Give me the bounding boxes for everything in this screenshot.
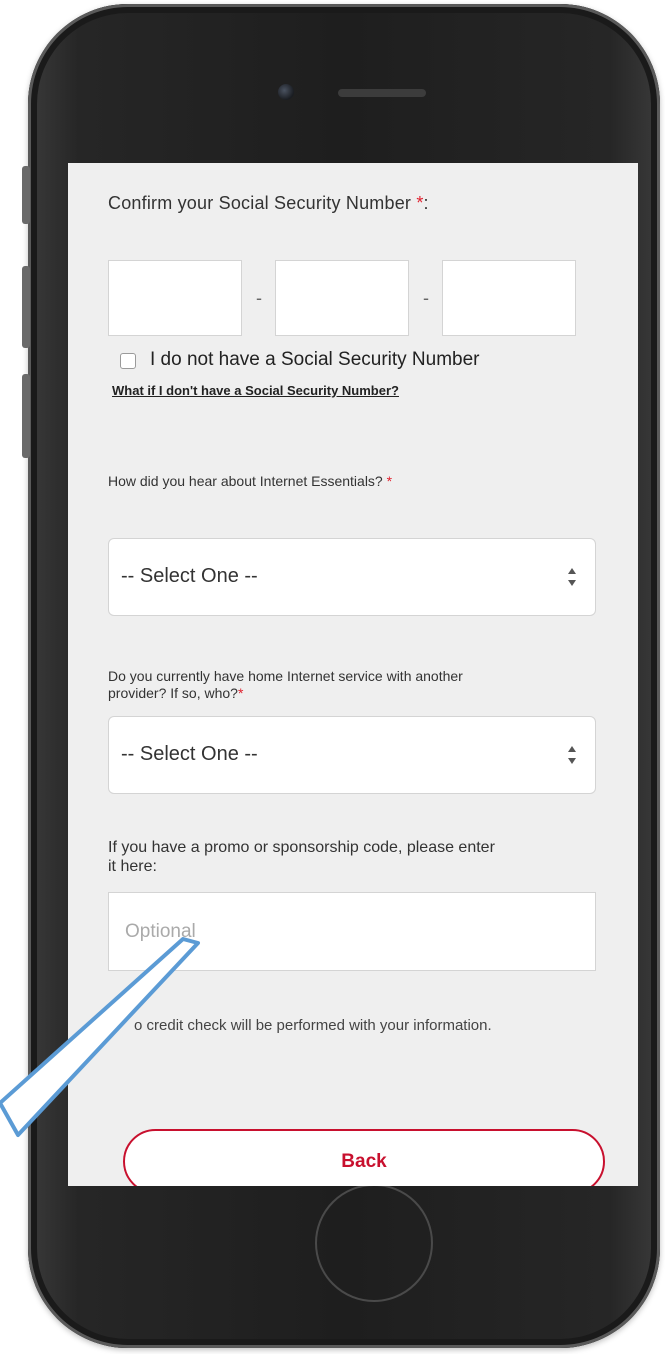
front-camera-icon bbox=[278, 84, 294, 100]
promo-label-line2: it here: bbox=[108, 858, 157, 875]
required-marker: * bbox=[237, 685, 244, 701]
ssn-label-text: Confirm your Social Security Number bbox=[108, 193, 412, 213]
mute-switch bbox=[22, 166, 30, 224]
volume-up-button bbox=[22, 266, 30, 348]
select-arrows-icon bbox=[568, 746, 576, 764]
ssn-dash-2: - bbox=[423, 288, 429, 308]
hear-about-selected: -- Select One -- bbox=[121, 565, 258, 587]
ssn-part-2-input[interactable] bbox=[275, 260, 409, 336]
back-button[interactable]: Back bbox=[123, 1129, 605, 1186]
earpiece-speaker bbox=[338, 89, 426, 97]
no-ssn-checkbox[interactable] bbox=[120, 353, 136, 369]
current-provider-label-line1: Do you currently have home Internet serv… bbox=[108, 668, 463, 684]
home-button[interactable] bbox=[315, 1184, 433, 1302]
promo-label: If you have a promo or sponsorship code,… bbox=[108, 838, 495, 876]
promo-code-placeholder: Optional bbox=[125, 921, 196, 942]
select-arrows-icon bbox=[568, 568, 576, 586]
required-marker: * bbox=[416, 193, 424, 213]
ssn-label: Confirm your Social Security Number *: bbox=[108, 193, 429, 214]
current-provider-select[interactable]: -- Select One -- bbox=[108, 716, 596, 794]
current-provider-label: Do you currently have home Internet serv… bbox=[108, 668, 463, 702]
no-ssn-help-link[interactable]: What if I don't have a Social Security N… bbox=[112, 383, 399, 398]
ssn-dash-1: - bbox=[256, 288, 262, 308]
hear-about-label-text: How did you hear about Internet Essentia… bbox=[108, 473, 383, 489]
credit-check-notice: o credit check will be performed with yo… bbox=[134, 1017, 492, 1034]
hear-about-select[interactable]: -- Select One -- bbox=[108, 538, 596, 616]
hear-about-label: How did you hear about Internet Essentia… bbox=[108, 473, 392, 490]
promo-code-input[interactable]: Optional bbox=[108, 892, 596, 971]
required-marker: * bbox=[386, 473, 393, 489]
promo-label-line1: If you have a promo or sponsorship code,… bbox=[108, 839, 495, 856]
ssn-part-3-input[interactable] bbox=[442, 260, 576, 336]
volume-down-button bbox=[22, 374, 30, 458]
phone-screen: Confirm your Social Security Number *: -… bbox=[68, 163, 638, 1186]
ssn-part-1-input[interactable] bbox=[108, 260, 242, 336]
stage: Confirm your Social Security Number *: -… bbox=[0, 0, 665, 1354]
ssn-label-suffix: : bbox=[423, 193, 429, 213]
current-provider-selected: -- Select One -- bbox=[121, 743, 258, 765]
no-ssn-label: I do not have a Social Security Number bbox=[150, 349, 480, 370]
current-provider-label-line2: provider? If so, who? bbox=[108, 685, 238, 701]
